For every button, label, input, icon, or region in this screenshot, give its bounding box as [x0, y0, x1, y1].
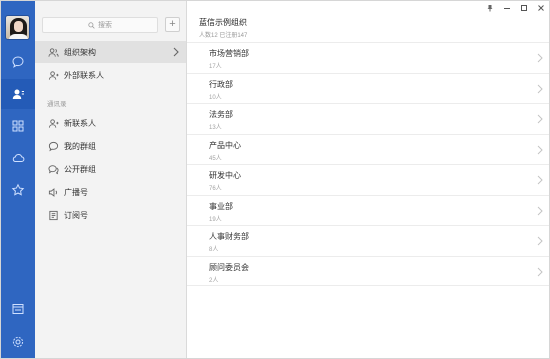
- message-box-icon[interactable]: [1, 294, 35, 324]
- org-header: 蓝信示例组织 人数12 已注册147: [199, 17, 247, 39]
- app-window: 搜索 + 组织架构 外部联系人 通讯录 新联系人 我的群组 公开群组 广播号 订…: [0, 0, 550, 359]
- section-title-contacts: 通讯录: [47, 101, 67, 108]
- contacts-nav: 搜索 + 组织架构 外部联系人 通讯录 新联系人 我的群组 公开群组 广播号 订…: [35, 1, 187, 358]
- subscription-icon: [47, 209, 59, 221]
- nav-item-external-contacts[interactable]: 外部联系人: [35, 64, 186, 86]
- department-count: 76人: [209, 186, 222, 192]
- department-name: 人事财务部: [209, 232, 249, 241]
- org-subtitle: 人数12 已注册147: [199, 33, 248, 39]
- nav-item-label: 新联系人: [64, 118, 96, 128]
- chevron-right-icon: [537, 236, 543, 246]
- department-count: 45人: [209, 155, 222, 162]
- department-row[interactable]: 人事财务部 8人: [187, 225, 549, 256]
- chevron-right-icon: [173, 47, 179, 57]
- department-row[interactable]: 产品中心 45人: [187, 133, 549, 165]
- org-content: 蓝信示例组织 人数12 已注册147 市场营销部 17人 行政部 10人 法务部…: [187, 1, 549, 358]
- department-row[interactable]: 事业部 19人: [187, 194, 549, 226]
- nav-item-label: 外部联系人: [64, 70, 104, 80]
- public-groups-icon: [47, 163, 59, 175]
- window-controls: [486, 4, 545, 12]
- chevron-right-icon: [537, 114, 543, 124]
- nav-item-label: 订阅号: [64, 210, 88, 220]
- external-contact-icon: [47, 69, 59, 81]
- search-input[interactable]: 搜索: [42, 17, 158, 33]
- chevron-right-icon: [537, 267, 543, 276]
- department-row[interactable]: 研发中心 76人: [187, 164, 549, 195]
- add-icon: +: [169, 18, 176, 30]
- chevron-right-icon: [537, 175, 543, 185]
- add-button[interactable]: +: [165, 17, 180, 32]
- department-count: 8人: [209, 247, 219, 253]
- nav-item-my-groups[interactable]: 我的群组: [35, 135, 186, 157]
- department-row[interactable]: 市场营销部 17人: [187, 42, 549, 73]
- chevron-right-icon: [537, 206, 543, 215]
- department-name: 事业部: [209, 201, 233, 211]
- chat-icon[interactable]: [1, 47, 35, 77]
- nav-item-public-groups[interactable]: 公开群组: [35, 158, 186, 180]
- chevron-right-icon: [537, 53, 543, 63]
- department-count: 13人: [209, 125, 222, 131]
- new-contact-icon: [47, 117, 59, 129]
- department-count: 19人: [209, 216, 222, 223]
- nav-item-label: 我的群组: [64, 141, 96, 151]
- department-name: 市场营销部: [209, 49, 249, 58]
- nav-item-subscription[interactable]: 订阅号: [35, 204, 186, 226]
- department-row[interactable]: 顾问委员会 2人: [187, 255, 549, 286]
- department-list: 市场营销部 17人 行政部 10人 法务部 13人 产品中心 45人 研发中心: [187, 42, 549, 286]
- department-name: 产品中心: [209, 140, 241, 150]
- department-count: 10人: [209, 94, 222, 101]
- avatar[interactable]: [5, 15, 30, 40]
- department-row[interactable]: 法务部 13人: [187, 103, 549, 134]
- favorites-icon[interactable]: [1, 175, 35, 205]
- chevron-right-icon: [537, 145, 543, 154]
- my-groups-icon: [47, 140, 59, 152]
- chevron-right-icon: [537, 84, 543, 93]
- department-name: 行政部: [209, 79, 233, 89]
- close-icon[interactable]: [537, 4, 545, 12]
- cloud-icon[interactable]: [1, 143, 35, 173]
- department-name: 研发中心: [209, 171, 241, 180]
- left-rail: [1, 1, 35, 358]
- nav-item-label: 组织架构: [64, 47, 96, 57]
- department-row[interactable]: 行政部 10人: [187, 72, 549, 104]
- department-count: 17人: [209, 64, 222, 70]
- department-name: 法务部: [209, 110, 233, 119]
- org-title: 蓝信示例组织: [199, 18, 247, 27]
- nav-item-label: 公开群组: [64, 164, 96, 174]
- minimize-icon[interactable]: [503, 4, 511, 12]
- search-placeholder: 搜索: [98, 22, 112, 29]
- nav-item-new-contacts[interactable]: 新联系人: [35, 112, 186, 134]
- pin-icon[interactable]: [486, 4, 494, 12]
- apps-icon[interactable]: [1, 111, 35, 141]
- maximize-icon[interactable]: [520, 4, 528, 12]
- department-count: 2人: [209, 277, 219, 284]
- org-chart-icon: [47, 46, 59, 58]
- settings-icon[interactable]: [1, 327, 35, 357]
- nav-item-org-chart[interactable]: 组织架构: [35, 41, 186, 63]
- nav-item-label: 广播号: [64, 187, 88, 197]
- department-name: 顾问委员会: [209, 262, 249, 272]
- broadcast-icon: [47, 186, 59, 198]
- contacts-icon[interactable]: [1, 79, 35, 109]
- search-icon: [88, 21, 95, 29]
- nav-item-broadcast[interactable]: 广播号: [35, 181, 186, 203]
